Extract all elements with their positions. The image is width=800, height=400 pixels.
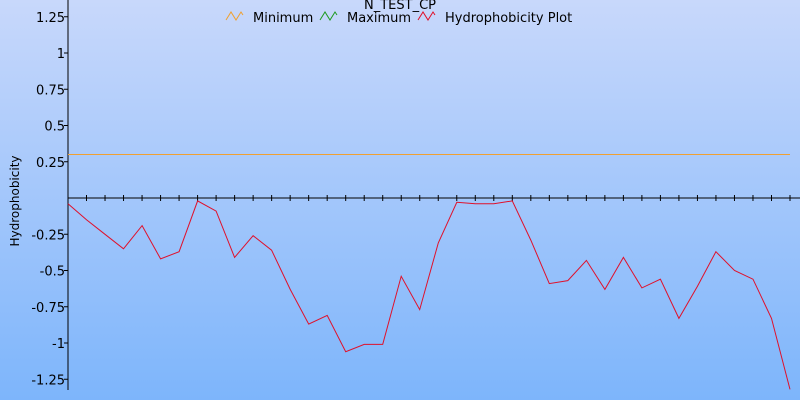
legend-label: Minimum — [253, 11, 313, 26]
y-tick-label: -1.25 — [31, 373, 65, 388]
legend-label: Hydrophobicity Plot — [445, 11, 572, 26]
y-tick-label: -0.25 — [31, 228, 65, 243]
y-tick-label: 0.75 — [36, 83, 65, 98]
hydrophobicity-chart: N_TEST_CP Minimum Maximum Hydrophobicity P… — [0, 0, 800, 400]
y-tick-label: -1 — [52, 337, 65, 352]
y-tick-label: 1.25 — [36, 11, 65, 26]
legend: Minimum Maximum Hydrophobicity Plot — [225, 11, 572, 26]
y-axis-label: Hydrophobicity — [8, 155, 22, 246]
legend-label: Maximum — [347, 11, 411, 26]
chart-background — [0, 0, 800, 400]
y-tick-label: -0.75 — [31, 301, 65, 316]
y-tick-label: 1 — [57, 47, 65, 62]
y-tick-label: 0.5 — [44, 120, 65, 135]
y-tick-label: 0.25 — [36, 156, 65, 171]
y-tick-label: -0.5 — [40, 265, 65, 280]
